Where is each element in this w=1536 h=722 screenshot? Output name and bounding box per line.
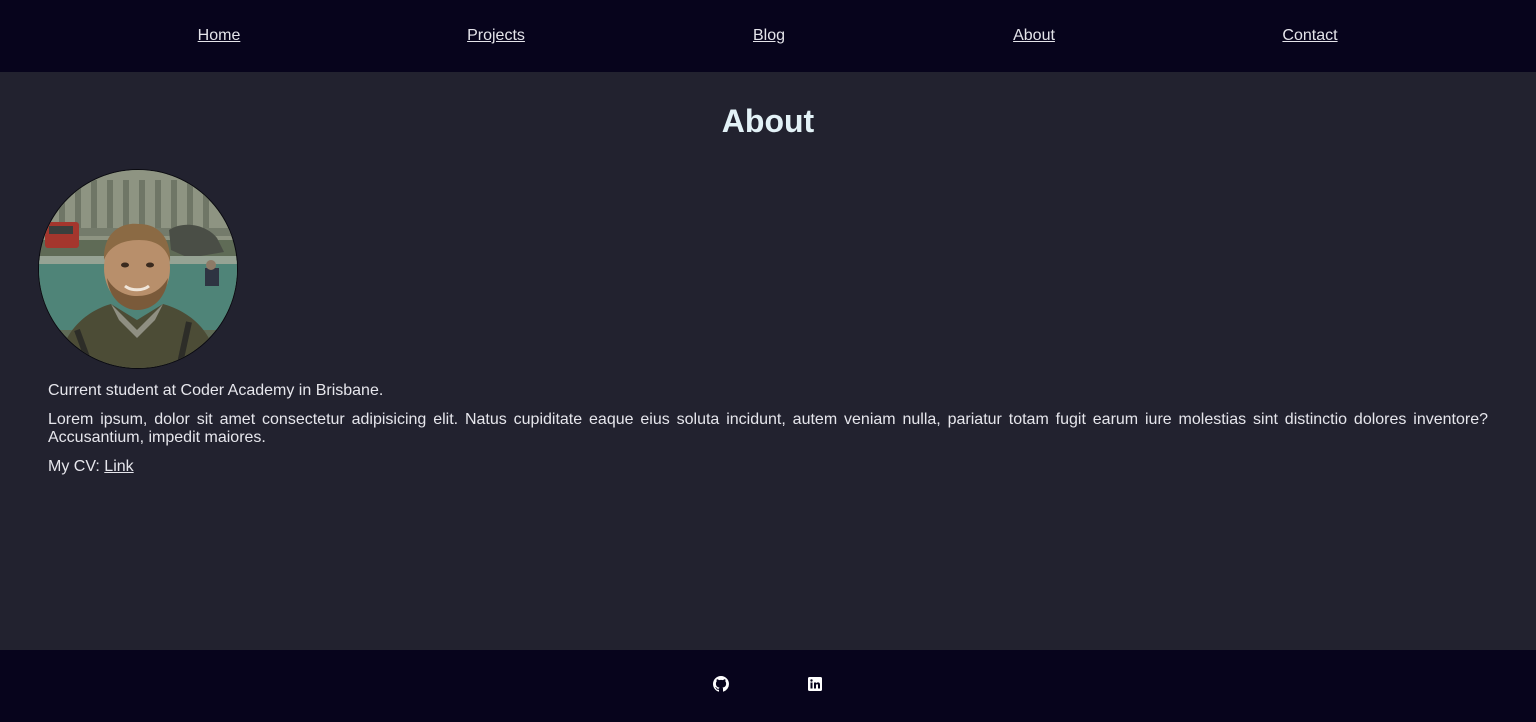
nav-link-blog[interactable]: Blog bbox=[753, 27, 785, 45]
avatar bbox=[38, 169, 238, 369]
intro-text: Current student at Coder Academy in Bris… bbox=[48, 382, 384, 399]
page-title: About bbox=[721, 103, 815, 139]
github-icon[interactable] bbox=[713, 676, 729, 692]
top-nav: Home Projects Blog About Contact bbox=[0, 0, 1536, 72]
cv-link[interactable]: Link bbox=[104, 458, 133, 475]
nav-link-about[interactable]: About bbox=[1013, 27, 1055, 45]
nav-link-contact[interactable]: Contact bbox=[1282, 27, 1337, 45]
cv-line: My CV: Link bbox=[48, 458, 1488, 476]
nav-link-home[interactable]: Home bbox=[198, 27, 241, 45]
linkedin-icon[interactable] bbox=[807, 676, 823, 692]
footer bbox=[0, 650, 1536, 722]
about-content: Current student at Coder Academy in Bris… bbox=[48, 382, 1488, 487]
nav-link-projects[interactable]: Projects bbox=[467, 27, 525, 45]
bio-paragraph: Lorem ipsum, dolor sit amet consectetur … bbox=[48, 411, 1488, 446]
avatar-photo bbox=[39, 170, 237, 368]
cv-label: My CV: bbox=[48, 458, 105, 475]
